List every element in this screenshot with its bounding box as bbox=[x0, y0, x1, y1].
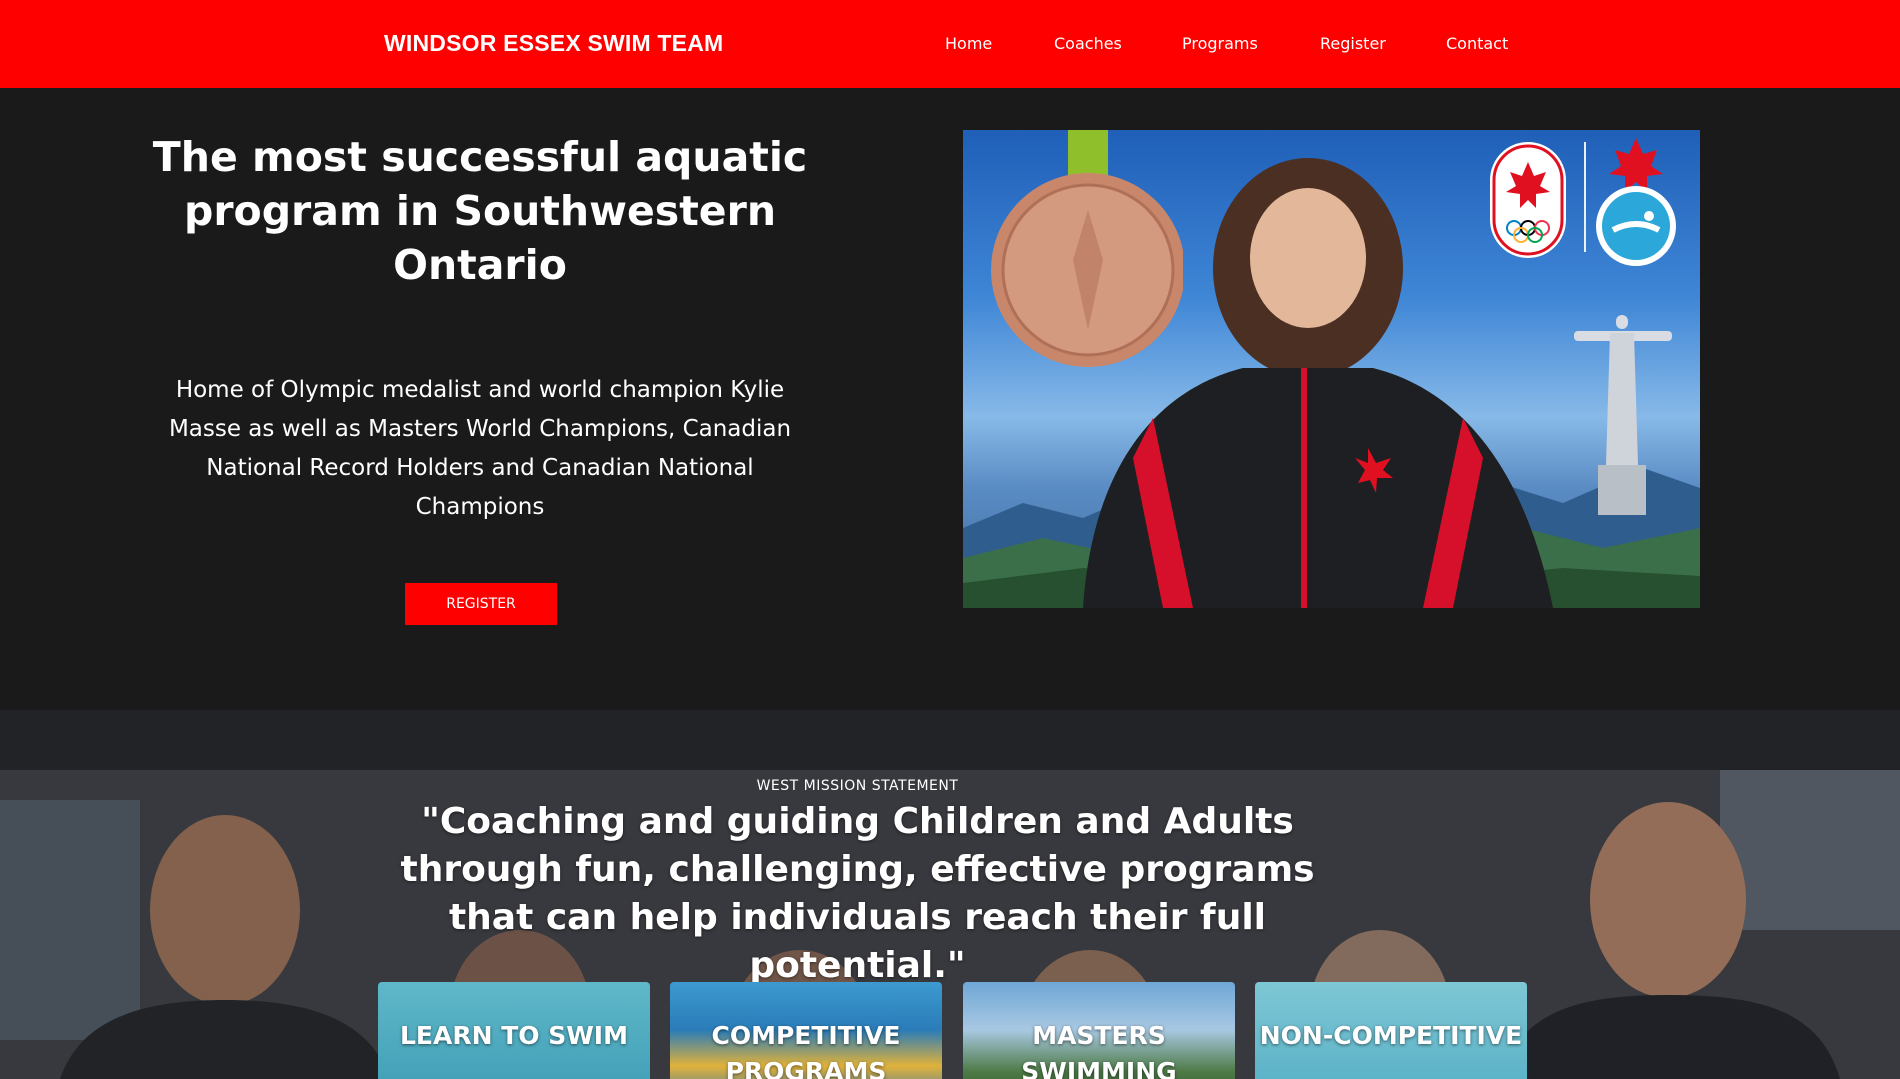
athlete-illustration bbox=[1083, 158, 1553, 608]
register-button[interactable]: REGISTER bbox=[405, 583, 557, 625]
nav-programs[interactable]: Programs bbox=[1182, 34, 1258, 53]
nav-contact[interactable]: Contact bbox=[1446, 34, 1508, 53]
program-card-label: NON-COMPETITIVE bbox=[1259, 1021, 1523, 1050]
program-card-non-competitive[interactable]: NON-COMPETITIVE bbox=[1255, 982, 1527, 1079]
statue-illustration bbox=[1574, 315, 1672, 515]
hero-athlete-photo bbox=[963, 130, 1700, 608]
program-card-competitive-programs[interactable]: COMPETITIVE PROGRAMS bbox=[670, 982, 942, 1079]
hero-title: The most successful aquatic program in S… bbox=[152, 133, 808, 289]
logo-divider bbox=[1584, 142, 1586, 252]
program-card-label: COMPETITIVE PROGRAMS bbox=[711, 1021, 901, 1079]
program-card-label: MASTERS SWIMMING bbox=[1021, 1021, 1177, 1079]
mission-quote: "Coaching and guiding Children and Adult… bbox=[400, 801, 1315, 986]
mission-label: WEST MISSION STATEMENT bbox=[756, 778, 959, 794]
program-card-learn-to-swim[interactable]: LEARN TO SWIM bbox=[378, 982, 650, 1079]
nav-coaches[interactable]: Coaches bbox=[1054, 34, 1122, 53]
canadian-olympic-logo bbox=[1490, 142, 1566, 258]
mission-section: WEST MISSION STATEMENT "Coaching and gui… bbox=[0, 710, 1900, 1079]
swimming-canada-logo bbox=[1593, 134, 1679, 270]
program-card-label: LEARN TO SWIM bbox=[399, 1021, 628, 1050]
hero-section: The most successful aquatic program in S… bbox=[0, 88, 1900, 710]
nav-register[interactable]: Register bbox=[1320, 34, 1386, 53]
nav-home[interactable]: Home bbox=[945, 34, 992, 53]
program-card-masters-swimming[interactable]: MASTERS SWIMMING bbox=[963, 982, 1235, 1079]
site-header: WINDSOR ESSEX SWIM TEAM Home Coaches Pro… bbox=[0, 0, 1900, 88]
hero-description: Home of Olympic medalist and world champ… bbox=[168, 377, 792, 520]
main-nav: Home Coaches Programs Register Contact bbox=[0, 0, 1900, 88]
